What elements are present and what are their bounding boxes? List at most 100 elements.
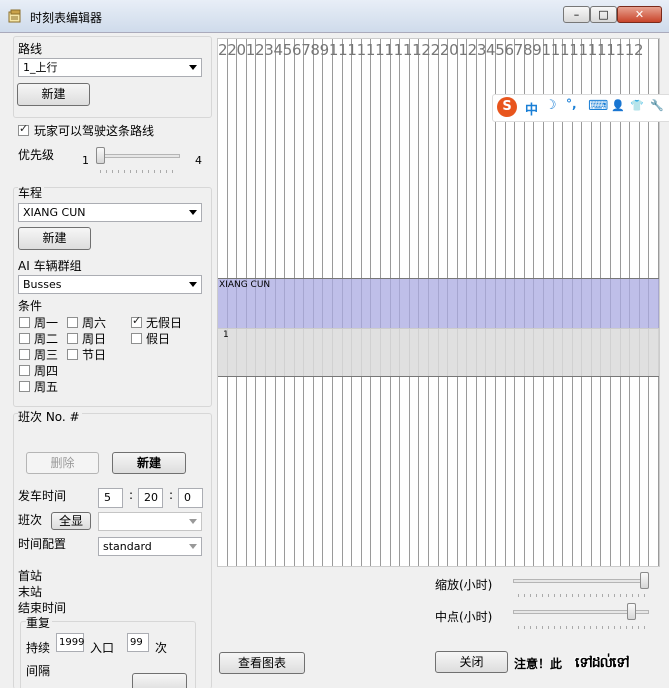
view-chart-button[interactable]: 查看图表 [219,652,305,674]
zoom-label: 缩放(小时) [435,578,493,592]
cond-festival-label: 节日 [82,348,107,362]
cond-friday-checkbox[interactable] [19,381,30,392]
duration-input[interactable]: 1999 [56,633,84,652]
timeline-trip-bar-label: XIANG CUN [219,280,271,290]
cond-no-holiday-label: 无假日 [146,316,183,330]
chevron-down-icon [189,65,197,70]
zoom-slider-track[interactable] [513,579,649,583]
shift-select[interactable] [98,512,202,531]
window-title: 时刻表编辑器 [30,11,103,25]
new-trip-button[interactable]: 新建 [18,227,91,250]
cond-wednesday-checkbox[interactable] [19,349,30,360]
priority-slider-track[interactable] [96,154,180,158]
ai-group-label: AI 车辆群组 [18,259,82,273]
ai-group-select[interactable]: Busses [18,275,202,294]
interval-button[interactable] [132,673,187,688]
conditions-label: 条件 [18,299,43,313]
cond-monday-label: 周一 [34,316,59,330]
keyboard-icon[interactable]: ⌨ [588,98,608,114]
settings-tool-icon[interactable]: 🔧 [650,99,664,112]
zoom-ticks [518,594,646,597]
last-stop-label: 末站 [18,585,43,599]
title-bar: 时刻表编辑器 – □ ✕ [0,0,669,33]
chevron-down-icon [189,210,197,215]
run-label: 班次 No. # [18,408,82,425]
delete-run-button[interactable]: 删除 [26,452,99,474]
time-config-label: 时间配置 [18,537,67,551]
note-label: 注意！此 [514,657,563,671]
player-drivable-checkbox[interactable] [18,122,29,136]
trip-select[interactable]: XIANG CUN [18,203,202,222]
new-route-button[interactable]: 新建 [17,83,90,106]
close-button[interactable]: 关闭 [435,651,508,673]
cond-sunday-label: 周日 [82,332,107,346]
times-label: 次 [155,641,168,655]
cond-monday-checkbox[interactable] [19,317,30,328]
cond-holiday-checkbox[interactable] [131,333,142,344]
timetable-editor-window: 时刻表编辑器 – □ ✕ 路线 1_上行 新建 玩家可以驾驶这条路线 优先级 1… [0,0,669,688]
priority-ticks [100,170,178,173]
timeline-run-bar[interactable]: 1 [218,328,659,377]
departure-hour-input[interactable]: 5 [98,488,123,508]
cond-no-holiday-checkbox[interactable] [131,314,142,328]
center-slider-thumb[interactable] [627,603,637,620]
priority-max: 4 [195,154,202,167]
moon-icon[interactable]: ☽ [545,98,557,113]
priority-min: 1 [82,154,89,167]
cond-tuesday-label: 周二 [34,332,59,346]
departure-sep-2: : [169,488,174,502]
ime-toolbar[interactable]: S 中 ☽ °, ⌨ 👤 👕 🔧 [492,94,669,122]
timeline-trip-bar[interactable]: XIANG CUN [218,278,659,329]
cond-saturday-label: 周六 [82,316,107,330]
skin-icon[interactable]: 👕 [630,99,644,112]
minimize-button[interactable]: – [563,6,590,23]
ai-group-select-value: Busses [23,278,62,291]
time-config-select-value: standard [103,540,152,553]
duration-label: 持续 [26,641,51,655]
cond-wednesday-label: 周三 [34,348,59,362]
chevron-down-icon [189,519,197,524]
show-all-button[interactable]: 全显 [51,512,91,530]
punctuation-icon[interactable]: °, [566,97,577,111]
trip-select-value: XIANG CUN [23,206,86,219]
timeline-run-bar-label: 1 [223,330,229,340]
chevron-down-icon [189,544,197,549]
entry-label: 入口 [90,641,115,655]
app-icon [8,9,21,23]
departure-minute-input[interactable]: 20 [138,488,163,508]
departure-sep-1: : [129,488,134,502]
cond-sunday-checkbox[interactable] [67,333,78,344]
departure-second-input[interactable]: 0 [178,488,203,508]
cond-tuesday-checkbox[interactable] [19,333,30,344]
shift-label: 班次 [18,513,43,527]
player-drivable-label: 玩家可以驾驶这条路线 [34,124,155,138]
priority-slider-thumb[interactable] [96,147,105,164]
timeline-hour-header: 2201234567891111111111222012345678911111… [218,41,644,59]
cond-friday-label: 周五 [34,380,59,394]
maximize-button[interactable]: □ [590,6,617,23]
chevron-down-icon [189,282,197,287]
note-overlay-text: ទៅដល់ទៅ [575,655,630,671]
center-ticks [518,626,646,629]
user-icon[interactable]: 👤 [611,99,625,112]
cond-thursday-label: 周四 [34,364,59,378]
cond-saturday-checkbox[interactable] [67,317,78,328]
interval-label: 间隔 [26,664,51,678]
cond-thursday-checkbox[interactable] [19,365,30,376]
repeat-label: 重复 [26,614,53,631]
priority-label: 优先级 [18,148,55,162]
cond-festival-checkbox[interactable] [67,349,78,360]
new-run-button[interactable]: 新建 [112,452,186,474]
trip-label: 车程 [18,184,45,201]
zoom-slider-thumb[interactable] [640,572,649,589]
ime-mode-icon[interactable]: 中 [525,99,538,118]
route-label: 路线 [18,42,43,56]
sogou-logo-icon[interactable]: S [497,97,517,117]
route-select-value: 1_上行 [23,61,58,74]
cond-holiday-label: 假日 [146,332,171,346]
time-config-select[interactable]: standard [98,537,202,556]
close-window-button[interactable]: ✕ [617,6,662,23]
center-label: 中点(小时) [435,610,493,624]
entry-input[interactable]: 99 [127,633,149,652]
route-select[interactable]: 1_上行 [18,58,202,77]
